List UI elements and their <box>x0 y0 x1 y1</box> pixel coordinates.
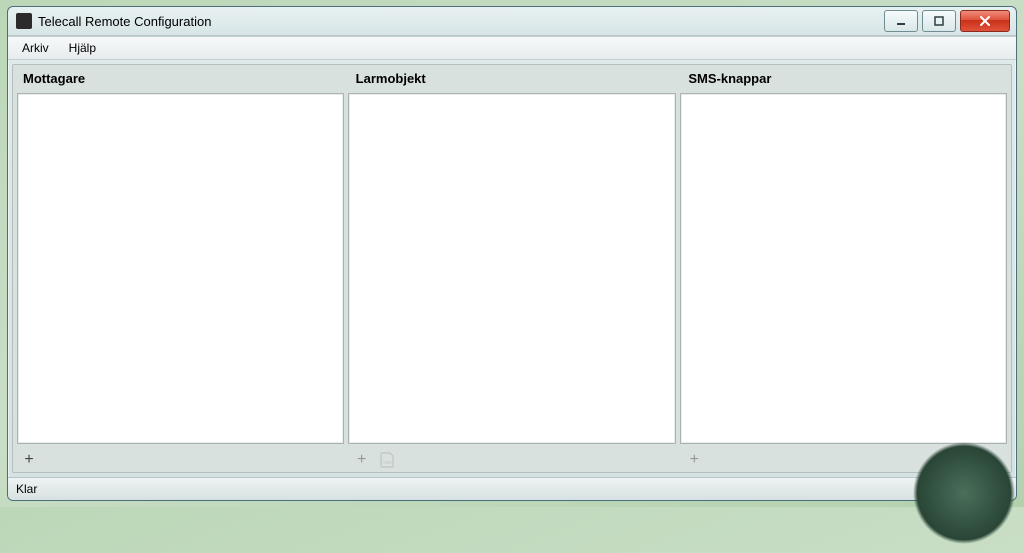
add-larmobjekt-button[interactable]: + <box>352 450 372 470</box>
window-title: Telecall Remote Configuration <box>38 14 211 29</box>
menubar: Arkiv Hjälp <box>8 36 1016 60</box>
pane-larmobjekt[interactable] <box>348 93 675 444</box>
titlebar[interactable]: Telecall Remote Configuration <box>8 7 1016 36</box>
app-icon <box>16 13 32 29</box>
toolbar-mottagare: + <box>13 448 346 472</box>
menu-arkiv[interactable]: Arkiv <box>14 39 57 57</box>
status-text: Klar <box>16 482 37 496</box>
csv-file-icon: csv <box>379 452 397 468</box>
close-icon <box>978 15 992 27</box>
panes <box>13 93 1011 448</box>
content-area: Mottagare Larmobjekt SMS-knappar + + csv <box>12 64 1012 473</box>
menu-hjalp[interactable]: Hjälp <box>61 39 104 57</box>
column-headers: Mottagare Larmobjekt SMS-knappar <box>13 65 1011 93</box>
pane-mottagare[interactable] <box>17 93 344 444</box>
maximize-button[interactable] <box>922 10 956 32</box>
header-sms-knappar: SMS-knappar <box>678 65 1011 93</box>
add-sms-button[interactable]: + <box>684 450 704 470</box>
add-mottagare-button[interactable]: + <box>19 450 39 470</box>
toolbar-sms: + <box>678 448 1011 472</box>
header-larmobjekt: Larmobjekt <box>346 65 679 93</box>
app-window: Telecall Remote Configuration Arkiv Hjäl… <box>7 6 1017 501</box>
minimize-button[interactable] <box>884 10 918 32</box>
header-mottagare: Mottagare <box>13 65 346 93</box>
import-csv-button[interactable]: csv <box>378 450 398 470</box>
pane-toolbars: + + csv + <box>13 448 1011 472</box>
toolbar-larmobjekt: + csv <box>346 448 679 472</box>
close-button[interactable] <box>960 10 1010 32</box>
minimize-icon <box>895 15 907 27</box>
maximize-icon <box>933 15 945 27</box>
pane-sms-knappar[interactable] <box>680 93 1007 444</box>
statusbar: Klar <box>8 477 1016 500</box>
svg-text:csv: csv <box>383 460 392 466</box>
